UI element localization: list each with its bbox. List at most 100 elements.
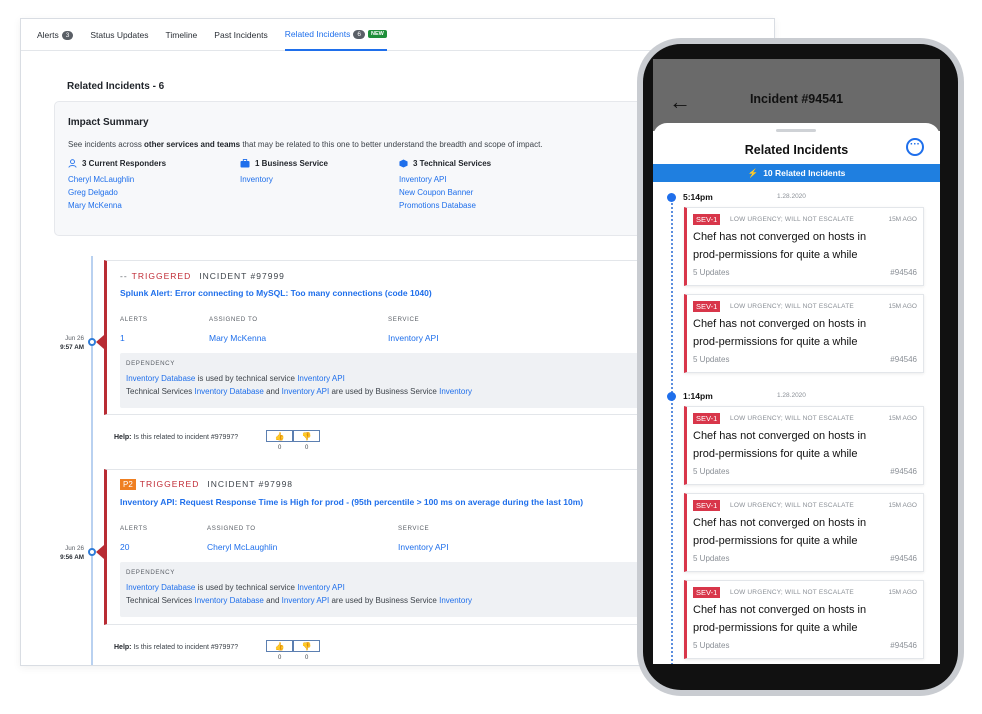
related-incident-card[interactable]: SEV-1 LOW URGENCY; WILL NOT ESCALATE 15M… [684,580,924,659]
sev-badge: SEV-1 [693,413,721,424]
dependency-text: are used by Business Service [329,387,440,396]
urgency-text: LOW URGENCY; WILL NOT ESCALATE [730,415,854,422]
dependency-text: is used by technical service [195,583,298,592]
business-service-link[interactable]: Inventory [240,175,328,184]
tab-alerts[interactable]: Alerts 3 [37,19,74,51]
tab-label: Past Incidents [214,30,268,40]
dependency-text: and [263,387,282,396]
new-badge: NEW [368,30,387,38]
timeline-dot [88,338,96,346]
dependency-link[interactable]: Inventory Database [194,596,263,605]
updates-count: 5 Updates [693,355,730,364]
dependency-text: is used by technical service [195,374,298,383]
technical-service-link[interactable]: New Coupon Banner [399,188,491,197]
business-service-label: 1 Business Service [255,159,328,168]
group-time: 1:14pm [683,391,713,401]
dependency-link[interactable]: Inventory [439,387,472,396]
thumbs-down-count: 0 [305,445,309,451]
related-incidents-sheet: Related Incidents ··· ⚡ 10 Related Incid… [653,123,940,664]
alerts-count-link[interactable]: 1 [120,333,125,343]
phone-screen: ← Incident #94541 Related Incidents ··· … [653,59,940,664]
help-label: Help: [114,434,132,441]
sheet-drag-handle[interactable] [776,129,816,132]
dependency-line: Technical Services Inventory Database an… [126,387,472,396]
related-incident-card[interactable]: SEV-1 LOW URGENCY; WILL NOT ESCALATE 15M… [684,406,924,485]
thumbs-up-button[interactable]: 👍 [266,430,293,442]
urgency-text: LOW URGENCY; WILL NOT ESCALATE [730,502,854,509]
related-incident-card[interactable]: SEV-1 LOW URGENCY; WILL NOT ESCALATE 15M… [684,493,924,572]
tab-label: Timeline [165,30,198,40]
card-title: Chef has not converged on hosts in prod-… [693,318,867,348]
date-text: Jun 26 [65,335,84,342]
technical-service-link[interactable]: Promotions Database [399,201,491,210]
feedback-buttons: 👍 👎 [266,430,320,442]
card-title: Chef has not converged on hosts in prod-… [693,231,867,261]
related-incident-card[interactable]: SEV-1 LOW URGENCY; WILL NOT ESCALATE 15M… [684,294,924,373]
dependency-link[interactable]: Inventory API [297,583,345,592]
dependency-link[interactable]: Inventory API [282,387,330,396]
technical-services-label: 3 Technical Services [413,159,492,168]
alerts-label: ALERTS [120,525,148,532]
dependency-link[interactable]: Inventory Database [194,387,263,396]
time-ago: 15M AGO [888,502,917,509]
alerts-count-link[interactable]: 20 [120,542,129,552]
tab-label: Alerts [37,30,59,40]
thumbs-down-button[interactable]: 👎 [293,640,320,652]
assignee-link[interactable]: Cheryl McLaughlin [207,542,277,552]
priority-label: -- [120,271,128,281]
incident-status-line: -- TRIGGERED INCIDENT #97999 [120,271,285,281]
related-incident-card[interactable]: SEV-1 LOW URGENCY; WILL NOT ESCALATE 15M… [684,207,924,286]
tab-related-incidents[interactable]: Related Incidents 6 NEW [284,19,387,51]
updates-count: 5 Updates [693,554,730,563]
updates-count: 5 Updates [693,467,730,476]
status-label: TRIGGERED [139,479,200,489]
dependency-text: are used by Business Service [329,596,440,605]
dependency-link[interactable]: Inventory [439,596,472,605]
more-options-icon[interactable]: ··· [906,138,924,156]
phone-timeline-dot [667,392,676,401]
service-link[interactable]: Inventory API [388,333,439,343]
card-incident-number: #94546 [890,641,917,650]
desc-text: See incidents across [68,140,145,149]
time-ago: 15M AGO [888,415,917,422]
incident-title-link[interactable]: Inventory API: Request Response Time is … [120,497,583,507]
tab-count-badge: 3 [61,30,74,40]
responder-link[interactable]: Greg Delgado [68,188,166,197]
thumbs-down-button[interactable]: 👎 [293,430,320,442]
tab-timeline[interactable]: Timeline [165,19,197,51]
incident-title-link[interactable]: Splunk Alert: Error connecting to MySQL:… [120,288,432,298]
responder-link[interactable]: Cheryl McLaughlin [68,175,166,184]
urgency-text: LOW URGENCY; WILL NOT ESCALATE [730,589,854,596]
dependency-link[interactable]: Inventory API [297,374,345,383]
thumbs-down-icon: 👎 [301,641,312,651]
tab-label: Status Updates [90,30,149,40]
thumbs-up-icon: 👍 [274,431,285,441]
incident-pointer [96,545,104,559]
timeline-dot [88,548,96,556]
thumbs-up-button[interactable]: 👍 [266,640,293,652]
dependency-text: Technical Services [126,387,195,396]
responder-link[interactable]: Mary McKenna [68,201,166,210]
group-date: 1.28.2020 [777,193,806,200]
section-title: Related Incidents - 6 [67,81,165,92]
dependency-link[interactable]: Inventory Database [126,583,195,592]
incident-status-line: P2 TRIGGERED INCIDENT #97998 [120,479,293,490]
dependency-label: DEPENDENCY [126,569,175,576]
phone-timeline-dot [667,193,676,202]
dependency-line: Inventory Database is used by technical … [126,374,345,383]
impact-description: See incidents across other services and … [68,140,543,149]
service-label: SERVICE [388,316,420,323]
dependency-link[interactable]: Inventory API [282,596,330,605]
assignee-link[interactable]: Mary McKenna [209,333,266,343]
date-text: Jun 26 [65,545,84,552]
service-link[interactable]: Inventory API [398,542,449,552]
card-title: Chef has not converged on hosts in prod-… [693,517,867,547]
phone-bezel: ← Incident #94541 Related Incidents ··· … [643,44,958,690]
technical-service-link[interactable]: Inventory API [399,175,491,184]
tab-status-updates[interactable]: Status Updates [90,19,148,51]
sev-badge: SEV-1 [693,214,721,225]
person-icon [68,159,77,168]
dependency-link[interactable]: Inventory Database [126,374,195,383]
thumbs-up-icon: 👍 [274,641,285,651]
tab-past-incidents[interactable]: Past Incidents [214,19,267,51]
